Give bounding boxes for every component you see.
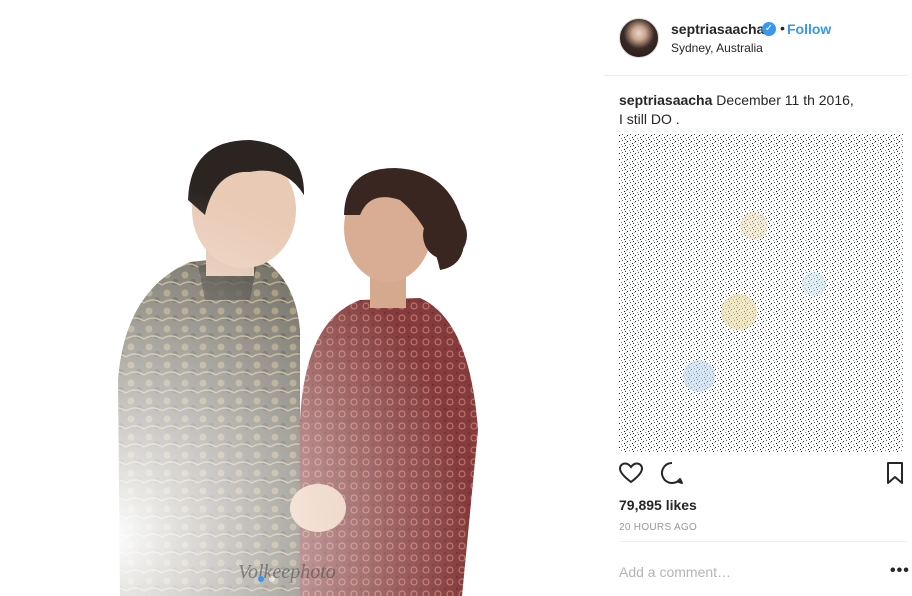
more-options-button[interactable]: •••: [890, 562, 910, 580]
header-separator: •: [780, 20, 785, 36]
caption-text-line1: December 11 th 2016,: [716, 92, 854, 108]
post-photo[interactable]: Volkeephoto: [0, 0, 600, 596]
couple-photo-illustration: [0, 0, 600, 596]
caption-text-line2: I still DO .: [619, 111, 680, 127]
avatar[interactable]: [619, 18, 659, 58]
heart-icon[interactable]: [618, 460, 644, 486]
bookmark-icon[interactable]: [882, 460, 908, 486]
post-actions: [604, 460, 908, 492]
carousel-dot-active: [258, 576, 264, 582]
post-timestamp[interactable]: 20 HOURS AGO: [619, 522, 697, 533]
post-header: septriasaacha ✓ • Follow Sydney, Austral…: [604, 0, 908, 76]
header-username[interactable]: septriasaacha: [671, 21, 764, 37]
carousel-indicator: [258, 576, 275, 582]
location-link[interactable]: Sydney, Australia: [671, 41, 763, 55]
likes-count[interactable]: 79,895 likes: [619, 497, 697, 513]
redacted-comments-area: [619, 134, 904, 452]
verified-badge-icon: ✓: [762, 22, 776, 36]
divider: [619, 541, 908, 542]
follow-button[interactable]: Follow: [787, 21, 831, 37]
caption-username[interactable]: septriasaacha: [619, 92, 712, 108]
photo-watermark: Volkeephoto: [238, 561, 336, 583]
post-sidebar: septriasaacha ✓ • Follow Sydney, Austral…: [604, 0, 912, 596]
comment-icon[interactable]: [659, 460, 685, 486]
post-caption: septriasaacha December 11 th 2016, I sti…: [619, 91, 889, 129]
comment-input[interactable]: [619, 562, 869, 582]
carousel-dot: [269, 576, 275, 582]
